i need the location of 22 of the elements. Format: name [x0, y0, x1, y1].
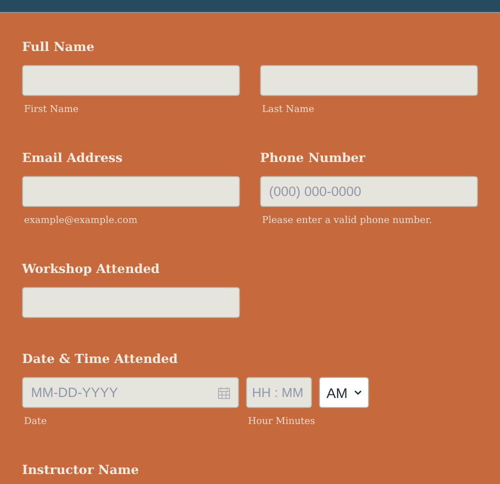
field-label: Phone Number: [260, 150, 366, 166]
date-field[interactable]: MM-DD-YYYY: [22, 377, 239, 408]
text-field[interactable]: (000) 000-0000: [260, 176, 478, 207]
field-hint: Date: [23, 415, 48, 429]
field-label: Full Name: [22, 39, 96, 55]
field-hint: Hour Minutes: [247, 415, 312, 429]
text-field[interactable]: [22, 65, 240, 96]
field-label: Workshop Attended: [22, 261, 161, 277]
field-hint: example@example.com: [23, 214, 138, 228]
chevron-icon: [354, 390, 362, 395]
field-label: Email Address: [22, 150, 124, 166]
field-label: Date & Time Attended: [22, 351, 179, 367]
field-hint: Last Name: [261, 103, 316, 117]
calendar-icon: [218, 387, 230, 399]
field-hint: Please enter a valid phone number.: [261, 214, 434, 228]
period-dropdown[interactable]: AM: [319, 377, 369, 408]
text-field[interactable]: [22, 176, 240, 207]
field-label: Instructor Name: [22, 462, 140, 478]
field-hint: First Name: [23, 103, 80, 117]
text-field[interactable]: [22, 287, 240, 318]
time-field[interactable]: HH : MM: [246, 377, 312, 408]
text-field[interactable]: [260, 65, 478, 96]
